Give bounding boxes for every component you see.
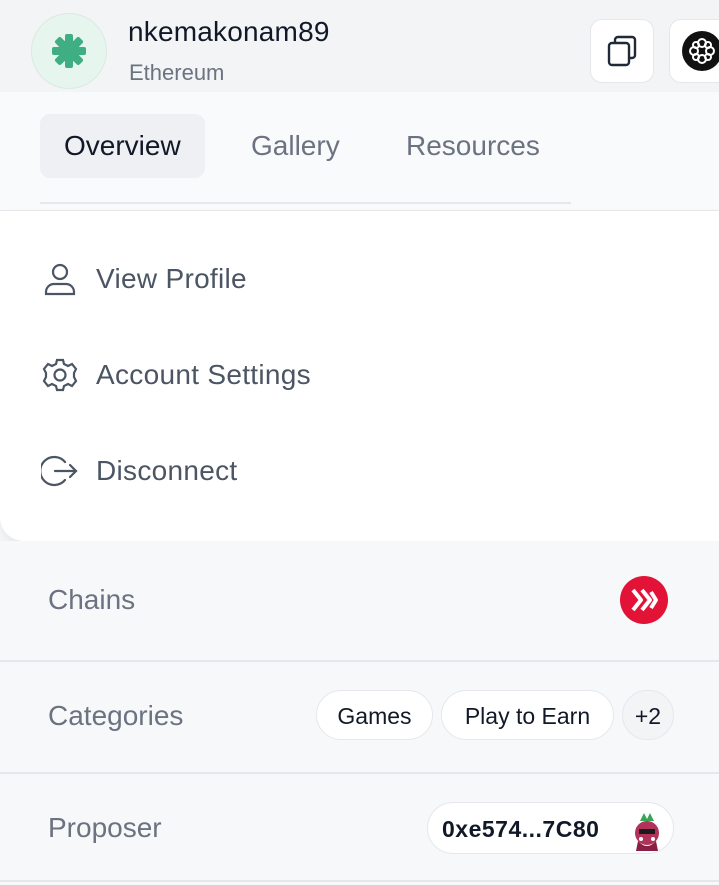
account-avatar [31, 13, 107, 89]
row-divider [0, 880, 719, 882]
category-more-badge[interactable]: +2 [622, 690, 674, 740]
chains-label: Chains [48, 584, 136, 615]
category-pill-games[interactable]: Games [316, 690, 433, 740]
menu-item-label: Account Settings [96, 359, 311, 390]
logout-icon [40, 451, 80, 491]
proposer-address-pill[interactable]: 0xe574...7C80 [427, 802, 674, 854]
proposer-label: Proposer [48, 812, 162, 843]
menu-item-view-profile[interactable]: View Profile [40, 249, 247, 309]
hive-chain-icon[interactable] [620, 576, 668, 624]
app-switcher-button[interactable] [669, 19, 719, 83]
menu-item-label: View Profile [96, 263, 247, 294]
menu-item-label: Disconnect [96, 455, 238, 486]
tab-overview[interactable]: Overview [40, 114, 205, 178]
account-username: nkemakonam89 [128, 16, 330, 47]
account-network: Ethereum [129, 60, 225, 85]
copy-button[interactable] [590, 19, 654, 83]
menu-item-disconnect[interactable]: Disconnect [40, 441, 238, 501]
app-logo-icon [682, 31, 719, 71]
user-icon [40, 259, 80, 299]
tab-resources[interactable]: Resources [382, 114, 564, 178]
account-header: nkemakonam89 Ethereum [0, 0, 719, 92]
gear-icon [40, 355, 80, 395]
copy-icon [607, 35, 637, 67]
proposer-avatar [635, 813, 659, 851]
tab-bar: Overview Gallery Resources [0, 92, 719, 210]
account-dropdown-menu: View Profile Account Settings Disconnect [0, 210, 719, 541]
tab-divider [40, 202, 571, 204]
gear-avatar-icon [52, 34, 86, 68]
tab-gallery[interactable]: Gallery [227, 114, 364, 178]
proposer-address: 0xe574...7C80 [442, 816, 600, 842]
menu-item-account-settings[interactable]: Account Settings [40, 345, 311, 405]
categories-label: Categories [48, 700, 184, 731]
category-pill-play-to-earn[interactable]: Play to Earn [441, 690, 614, 740]
